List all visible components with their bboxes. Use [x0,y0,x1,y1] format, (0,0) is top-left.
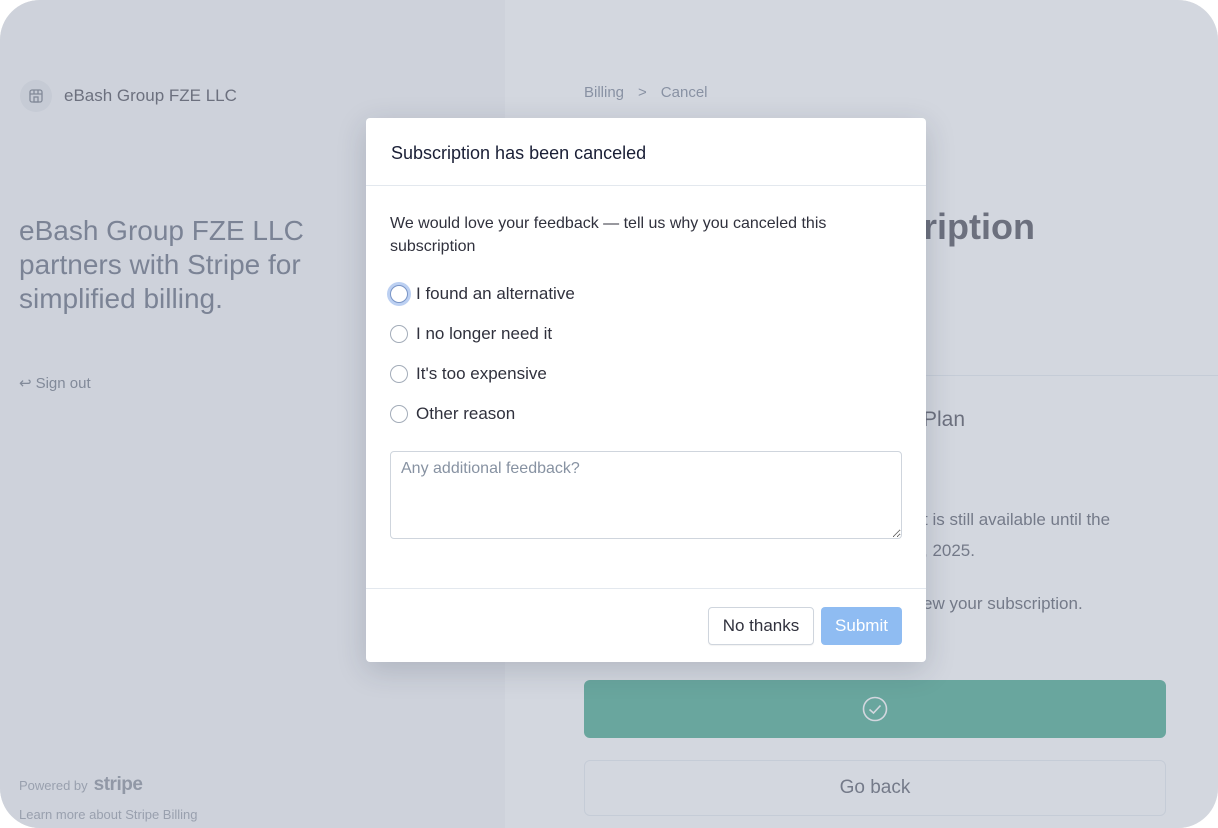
radio-button[interactable] [390,285,408,303]
reason-label: I found an alternative [416,284,575,303]
reason-label: Other reason [416,404,516,423]
modal-footer: No thanks Submit [366,588,926,663]
radio-button[interactable] [390,325,408,343]
modal-body: We would love your feedback — tell us wh… [366,186,926,544]
no-thanks-button[interactable]: No thanks [708,607,814,645]
radio-button[interactable] [390,405,408,423]
reason-option-alternative[interactable]: I found an alternative [390,274,902,314]
feedback-prompt: We would love your feedback — tell us wh… [390,215,827,255]
feedback-modal: Subscription has been canceled We would … [366,118,926,662]
radio-button[interactable] [390,365,408,383]
reason-options: I found an alternative I no longer need … [390,274,902,434]
reason-label: It's too expensive [416,364,547,383]
reason-option-other[interactable]: Other reason [390,394,902,434]
additional-feedback-textarea[interactable] [390,451,902,539]
reason-option-no-longer-need[interactable]: I no longer need it [390,314,902,354]
app-frame: eBash Group FZE LLC eBash Group FZE LLC … [0,0,1218,828]
reason-label: I no longer need it [416,324,553,343]
reason-option-too-expensive[interactable]: It's too expensive [390,354,902,394]
modal-title: Subscription has been canceled [366,118,926,186]
submit-button[interactable]: Submit [821,607,902,645]
